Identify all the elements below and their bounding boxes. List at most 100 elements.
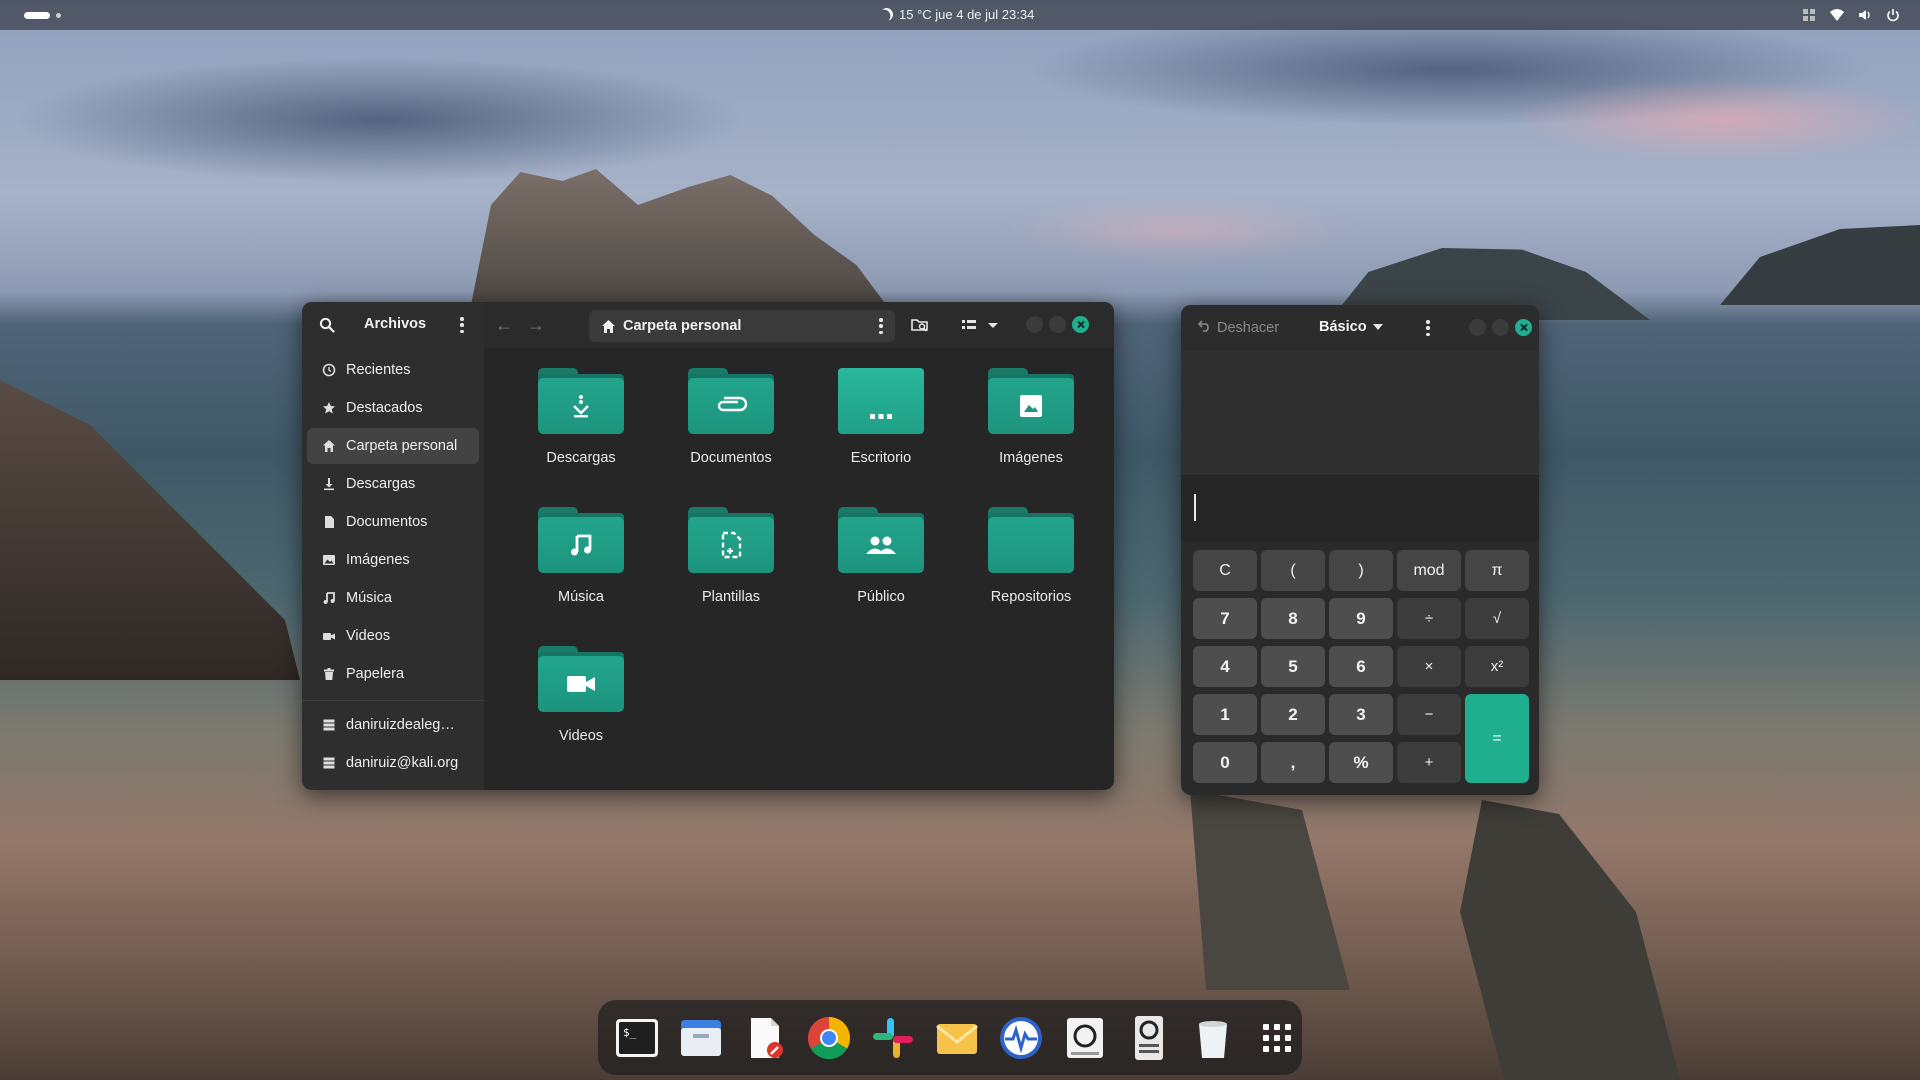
maximize-button[interactable] [1492,319,1509,336]
close-paren-button[interactable]: ) [1329,550,1393,591]
folder-descargas[interactable]: Descargas [506,368,656,480]
folder-repositorios[interactable]: Repositorios [956,507,1106,619]
sidebar-item-remote-account[interactable]: daniruizdealeg… [307,707,479,743]
calculator-menu-icon[interactable] [1426,320,1430,336]
pi-button[interactable]: π [1465,550,1529,591]
digit-1-button[interactable]: 1 [1193,694,1257,735]
maximize-button[interactable] [1049,316,1066,333]
close-button[interactable] [1515,319,1532,336]
search-folder-icon[interactable] [910,315,930,335]
digit-4-button[interactable]: 4 [1193,646,1257,687]
music-icon [321,591,336,606]
clear-button[interactable]: C [1193,550,1257,591]
image-icon [321,553,336,568]
folder-documentos[interactable]: Documentos [656,368,806,480]
desktop-icon [868,382,894,420]
digit-3-button[interactable]: 3 [1329,694,1393,735]
volume-icon[interactable] [1858,8,1872,22]
wallpaper-rock [1460,800,1680,1080]
folder-escritorio[interactable]: Escritorio [806,368,956,480]
sidebar-item-música[interactable]: Música [307,580,479,616]
sidebar-item-destacados[interactable]: Destacados [307,390,479,426]
disk-usage-app-icon[interactable] [1125,1014,1173,1062]
slack-app-icon[interactable] [869,1014,917,1062]
digit-7-button[interactable]: 7 [1193,598,1257,639]
chevron-down-icon[interactable] [983,315,1003,335]
digit-9-button[interactable]: 9 [1329,598,1393,639]
download-icon [568,393,594,419]
folder-label: Documentos [690,450,772,466]
digit-6-button[interactable]: 6 [1329,646,1393,687]
decimal-comma-button[interactable]: , [1261,742,1325,783]
subtract-button[interactable]: − [1397,694,1461,735]
sidebar-item-recientes[interactable]: Recientes [307,352,479,388]
folder-icon [838,368,924,434]
star-icon [321,401,336,416]
power-icon[interactable] [1886,8,1900,22]
wifi-icon[interactable] [1830,8,1844,22]
chrome-app-icon[interactable] [805,1014,853,1062]
mode-label: Básico [1319,319,1367,335]
text-editor-app-icon[interactable] [741,1014,789,1062]
folder-videos[interactable]: Videos [506,646,656,758]
percent-button[interactable]: % [1329,742,1393,783]
window-controls [1469,319,1532,336]
trash-app-icon[interactable] [1189,1014,1237,1062]
minimize-button[interactable] [1469,319,1486,336]
sidebar-item-imágenes[interactable]: Imágenes [307,542,479,578]
workspace-indicator [56,13,61,18]
sidebar-item-papelera[interactable]: Papelera [307,656,479,692]
sidebar-item-label: Papelera [346,666,405,682]
equation-input[interactable] [1181,475,1539,541]
sidebar-item-remote-account[interactable]: daniruiz@kali.org [307,745,479,781]
modulo-button[interactable]: mod [1397,550,1461,591]
open-paren-button[interactable]: ( [1261,550,1325,591]
sidebar-item-label: daniruiz@kali.org [346,755,459,771]
camera-icon [566,674,596,694]
digit-2-button[interactable]: 2 [1261,694,1325,735]
digit-5-button[interactable]: 5 [1261,646,1325,687]
grid-icon[interactable] [1802,8,1816,22]
sidebar-item-documentos[interactable]: Documentos [307,504,479,540]
mode-selector[interactable]: Básico [1319,319,1383,335]
folder-plantillas[interactable]: Plantillas [656,507,806,619]
undo-button[interactable]: Deshacer [1197,319,1279,336]
mail-app-icon[interactable] [933,1014,981,1062]
minimize-button[interactable] [1026,316,1043,333]
add-button[interactable]: + [1397,742,1461,783]
date-time-weather[interactable]: 15 °C jue 4 de jul 23:34 [880,7,1034,22]
system-monitor-app-icon[interactable] [997,1014,1045,1062]
equals-button[interactable]: = [1465,694,1529,783]
app-grid-icon[interactable] [1253,1014,1301,1062]
path-bar[interactable]: Carpeta personal [589,310,895,342]
activities-indicator[interactable] [24,12,61,19]
forward-arrow-icon[interactable]: → [526,315,546,335]
files-app-icon[interactable] [677,1014,725,1062]
terminal-app-icon[interactable]: $_ [613,1014,661,1062]
digit-8-button[interactable]: 8 [1261,598,1325,639]
square-root-button[interactable]: √ [1465,598,1529,639]
square-button[interactable]: x² [1465,646,1529,687]
multiply-button[interactable]: × [1397,646,1461,687]
sidebar-item-carpeta-personal[interactable]: Carpeta personal [307,428,479,464]
main-menu-icon[interactable] [460,317,464,333]
sidebar-item-videos[interactable]: Videos [307,618,479,654]
folder-imágenes[interactable]: Imágenes [956,368,1106,480]
folder-público[interactable]: Público [806,507,956,619]
sidebar-item-descargas[interactable]: Descargas [307,466,479,502]
view-list-icon[interactable] [959,315,979,335]
undo-icon [1197,319,1211,336]
digit-0-button[interactable]: 0 [1193,742,1257,783]
places-list: Recientes Destacados Carpeta personal Desca… [302,352,484,692]
disk-utility-app-icon[interactable] [1061,1014,1109,1062]
path-menu-icon[interactable] [879,318,883,334]
back-arrow-icon[interactable]: ← [494,315,514,335]
wallpaper-rock [1190,790,1350,990]
folder-música[interactable]: Música [506,507,656,619]
divide-button[interactable]: ÷ [1397,598,1461,639]
search-icon[interactable] [319,317,335,333]
sidebar-item-label: daniruizdealeg… [346,717,455,733]
system-tray[interactable] [1802,8,1900,22]
sidebar-item-label: Destacados [346,400,423,416]
close-button[interactable] [1072,316,1089,333]
